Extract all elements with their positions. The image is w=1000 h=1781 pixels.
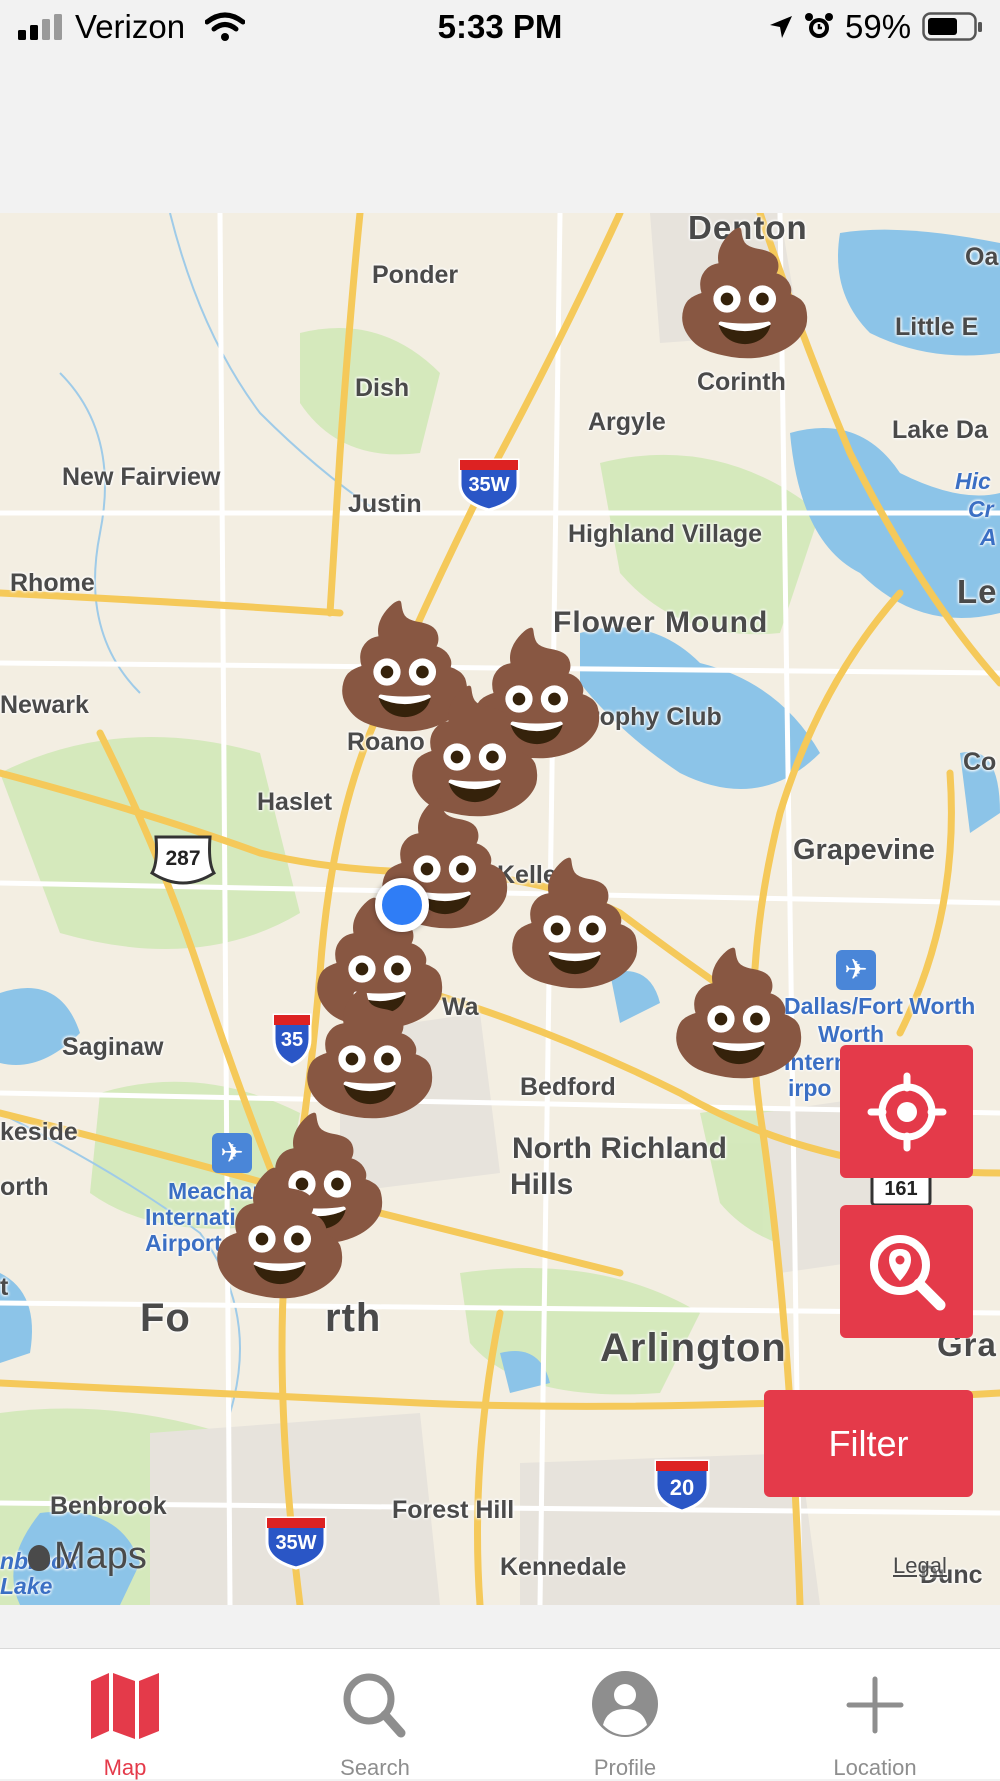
filter-button-label: Filter	[828, 1422, 909, 1464]
place-label: Worth	[818, 1021, 885, 1047]
place-label: Dish	[355, 374, 410, 402]
place-label: Kennedale	[500, 1553, 627, 1581]
place-label: Little E	[895, 313, 979, 341]
apple-maps-logo: Maps	[28, 1535, 147, 1578]
legal-link[interactable]: Legal	[893, 1553, 947, 1579]
location-arrow-icon	[770, 16, 792, 38]
place-label: Rhome	[10, 569, 95, 597]
tab-profile[interactable]: Profile	[500, 1649, 750, 1780]
maps-logo-text: Maps	[54, 1535, 147, 1577]
place-label: Justin	[348, 490, 422, 518]
place-label: Argyle	[588, 408, 666, 436]
us-route-shield: 287	[150, 833, 216, 887]
shield-label: 287	[165, 847, 201, 870]
place-label: Arlington	[600, 1326, 787, 1370]
shield-label: 161	[884, 1178, 918, 1200]
status-bar: Verizon 5:33 PM 59%	[0, 0, 1000, 60]
state-highway-shield: 161	[870, 1173, 932, 1207]
tab-label: Profile	[593, 1755, 657, 1780]
shield-label: 20	[669, 1475, 695, 1500]
place-label: Hills	[510, 1168, 574, 1201]
airport-icon: ✈	[836, 950, 876, 990]
profile-icon	[592, 1671, 658, 1737]
battery-percent: 59%	[845, 8, 912, 45]
locate-me-button[interactable]	[840, 1045, 973, 1178]
place-label: Le	[957, 573, 998, 610]
place-label: Co	[963, 748, 997, 776]
user-location-dot	[375, 878, 429, 932]
search-location-button[interactable]	[840, 1205, 973, 1338]
map-marker[interactable]: 💩	[670, 233, 819, 353]
place-label: Lake Da	[892, 416, 988, 444]
tab-bar: Map Search Profile Location	[0, 1648, 1000, 1780]
place-label: New Fairview	[62, 463, 221, 491]
place-label: Highland Village	[568, 520, 763, 548]
place-label: Bedford	[520, 1073, 616, 1101]
search-icon	[343, 1673, 406, 1738]
place-label: t	[0, 1273, 9, 1301]
interstate-shield: 35W	[456, 458, 522, 512]
interstate-shield: 20	[652, 1459, 712, 1513]
place-label: North Richland	[512, 1132, 727, 1165]
plus-icon	[846, 1676, 904, 1734]
place-label: A	[980, 524, 997, 550]
tab-label: Location	[833, 1755, 917, 1780]
map-marker[interactable]: 💩	[664, 953, 813, 1073]
interstate-shield: 35W	[263, 1516, 329, 1570]
place-label: Oa	[965, 243, 999, 271]
place-label: Forest Hill	[392, 1496, 515, 1524]
place-label: Cr	[968, 496, 994, 522]
filter-button[interactable]: Filter	[764, 1390, 973, 1497]
shield-label: 35W	[468, 474, 510, 496]
shield-label: 35W	[275, 1532, 317, 1554]
place-label: orth	[0, 1173, 49, 1201]
crosshair-target-icon	[867, 1072, 946, 1151]
alarm-icon	[805, 13, 833, 38]
place-label: Hic	[955, 468, 991, 494]
place-label: Fo	[140, 1296, 191, 1340]
place-label: Ponder	[372, 261, 459, 289]
place-label: Grapevine	[793, 834, 935, 866]
apple-logo-icon	[28, 1544, 50, 1571]
tab-label: Map	[103, 1755, 147, 1780]
map-marker[interactable]: 💩	[400, 691, 549, 811]
map-marker[interactable]: 💩	[500, 863, 649, 983]
tab-label: Search	[340, 1755, 410, 1780]
place-label: Saginaw	[62, 1033, 164, 1061]
battery-icon	[922, 12, 982, 41]
place-label: Newark	[0, 691, 89, 719]
tab-search[interactable]: Search	[250, 1649, 500, 1780]
map-marker[interactable]: 💩	[205, 1173, 354, 1293]
tab-location[interactable]: Location	[750, 1649, 1000, 1780]
map-icon	[91, 1673, 159, 1739]
place-label: rth	[325, 1296, 382, 1340]
tab-map[interactable]: Map	[0, 1649, 250, 1780]
place-label: keside	[0, 1118, 78, 1146]
place-label: Corinth	[697, 368, 786, 396]
map-marker[interactable]: 💩	[295, 993, 444, 1113]
place-label: Benbrook	[50, 1492, 167, 1520]
place-label: Haslet	[257, 788, 333, 816]
location-search-icon	[869, 1234, 945, 1310]
